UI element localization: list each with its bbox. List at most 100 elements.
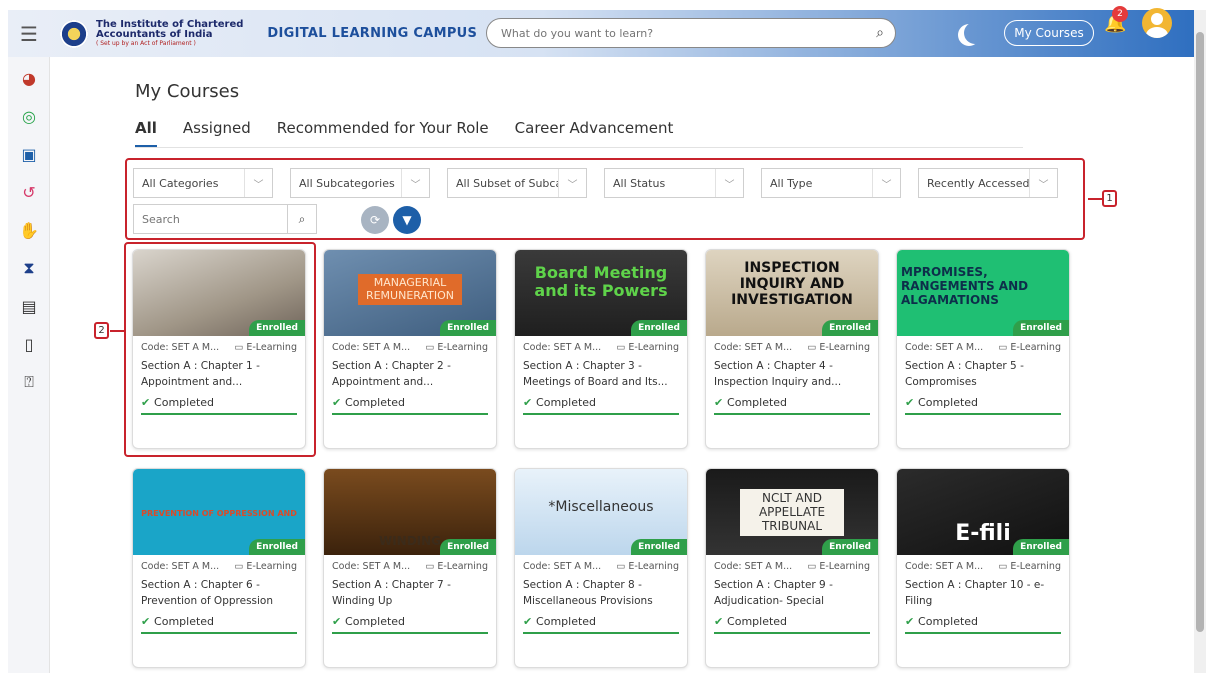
status-dropdown-label: All Status	[613, 176, 666, 190]
progress-bar	[905, 413, 1061, 415]
course-status: ✔ Completed	[706, 391, 878, 409]
course-title[interactable]: Section A : Chapter 6 - Prevention of Op…	[133, 572, 305, 610]
search-icon[interactable]: ⌕	[287, 205, 316, 233]
icai-logo	[60, 19, 88, 48]
course-type: ▭ E-Learning	[425, 561, 488, 572]
course-code: Code: SET A M...	[714, 342, 793, 353]
reset-filters-button[interactable]: ⟳	[361, 206, 389, 234]
course-card[interactable]: Board Meeting and its Powers Enrolled Code…	[514, 249, 688, 449]
my-courses-button[interactable]: My Courses	[1004, 20, 1094, 46]
type-dropdown-label: All Type	[770, 176, 813, 190]
course-title[interactable]: Section A : Chapter 4 - Inspection Inqui…	[706, 353, 878, 391]
callout-2: 2	[94, 322, 109, 339]
course-card[interactable]: MPROMISES, RANGEMENTS AND ALGAMATIONS Enr…	[896, 249, 1070, 449]
course-title[interactable]: Section A : Chapter 10 - e-Filing	[897, 572, 1069, 610]
course-type: ▭ E-Learning	[234, 561, 297, 572]
course-thumbnail[interactable]: Board Meeting and its Powers Enrolled	[515, 250, 687, 336]
hand-icon[interactable]: ✋	[8, 211, 50, 249]
scrollbar-thumb[interactable]	[1196, 32, 1204, 632]
search-icon[interactable]: ⌕	[865, 25, 895, 41]
scrollbar[interactable]	[1194, 10, 1206, 673]
check-icon: ✔	[905, 396, 919, 409]
course-type-label: E-Learning	[628, 342, 679, 353]
subset-dropdown-label: All Subset of Subcate	[456, 176, 558, 190]
course-type: ▭ E-Learning	[807, 561, 870, 572]
category-dropdown[interactable]: All Categories ﹀	[133, 168, 273, 198]
course-type-label: E-Learning	[437, 561, 488, 572]
dashboard-icon[interactable]: ◕	[8, 59, 50, 97]
course-thumbnail[interactable]: NCLT AND APPELLATE TRIBUNAL Enrolled	[706, 469, 878, 555]
course-type: ▭ E-Learning	[425, 342, 488, 353]
course-title[interactable]: Section A : Chapter 9 - Adjudication- Sp…	[706, 572, 878, 610]
enrolled-badge: Enrolled	[440, 320, 496, 336]
course-meta: Code: SET A M... ▭ E-Learning	[897, 555, 1069, 572]
check-icon: ✔	[714, 615, 728, 628]
course-thumbnail[interactable]: INSPECTION INQUIRY AND INVESTIGATION Enro…	[706, 250, 878, 336]
course-status: ✔ Completed	[515, 391, 687, 409]
course-title[interactable]: Section A : Chapter 5 - Compromises Arra…	[897, 353, 1069, 391]
thumbnail-text: MANAGERIAL REMUNERATION	[358, 274, 462, 306]
explore-icon[interactable]: ◎	[8, 97, 50, 135]
course-card[interactable]: MANAGERIAL REMUNERATION Enrolled Code: SET…	[323, 249, 497, 449]
course-title[interactable]: Section A : Chapter 1 - Appointment and.…	[133, 353, 305, 391]
laptop-icon: ▭	[234, 342, 244, 353]
course-meta: Code: SET A M... ▭ E-Learning	[515, 336, 687, 353]
course-thumbnail[interactable]: *Miscellaneous Enrolled	[515, 469, 687, 555]
subset-dropdown[interactable]: All Subset of Subcate ﹀	[447, 168, 587, 198]
check-icon: ✔	[523, 615, 537, 628]
course-code: Code: SET A M...	[905, 561, 984, 572]
history-icon[interactable]: ↺	[8, 173, 50, 211]
enrolled-badge: Enrolled	[1013, 539, 1069, 555]
course-card[interactable]: Enrolled Code: SET A M... ▭ E-Learning Secti…	[132, 249, 306, 449]
sort-dropdown-label: Recently Accessed	[927, 176, 1029, 190]
status-dropdown[interactable]: All Status ﹀	[604, 168, 744, 198]
course-title[interactable]: Section A : Chapter 3 - Meetings of Boar…	[515, 353, 687, 391]
tab-assigned[interactable]: Assigned	[183, 117, 251, 148]
course-thumbnail[interactable]: WINDING Enrolled	[324, 469, 496, 555]
course-type: ▭ E-Learning	[998, 561, 1061, 572]
sort-dropdown[interactable]: Recently Accessed ﹀	[918, 168, 1058, 198]
course-card[interactable]: *Miscellaneous Enrolled Code: SET A M... ▭ E…	[514, 468, 688, 668]
course-code: Code: SET A M...	[714, 561, 793, 572]
course-type: ▭ E-Learning	[998, 342, 1061, 353]
avatar[interactable]	[1142, 8, 1172, 38]
course-card[interactable]: E-fili Enrolled Code: SET A M... ▭ E-Learnin…	[896, 468, 1070, 668]
course-thumbnail[interactable]: Enrolled	[133, 250, 305, 336]
status-label: Completed	[536, 615, 597, 628]
check-icon: ✔	[141, 396, 155, 409]
dark-mode-icon[interactable]	[964, 22, 986, 44]
share-icon[interactable]: ▣	[8, 135, 50, 173]
course-type-label: E-Learning	[437, 342, 488, 353]
course-card[interactable]: INSPECTION INQUIRY AND INVESTIGATION Enro…	[705, 249, 879, 449]
course-card[interactable]: PREVENTION OF OPPRESSION AND Enrolled Code…	[132, 468, 306, 668]
type-dropdown[interactable]: All Type ﹀	[761, 168, 901, 198]
course-card[interactable]: NCLT AND APPELLATE TRIBUNAL Enrolled Code:…	[705, 468, 879, 668]
help-icon[interactable]: ⍰	[8, 363, 50, 401]
tab-recommended[interactable]: Recommended for Your Role	[277, 117, 489, 148]
course-code: Code: SET A M...	[332, 561, 411, 572]
course-title[interactable]: Section A : Chapter 7 - Winding Up	[324, 572, 496, 610]
global-search-input[interactable]	[501, 26, 865, 40]
hourglass-icon[interactable]: ⧗	[8, 249, 50, 287]
cast-icon[interactable]: ▤	[8, 287, 50, 325]
status-label: Completed	[727, 396, 788, 409]
check-icon: ✔	[905, 615, 919, 628]
course-thumbnail[interactable]: PREVENTION OF OPPRESSION AND Enrolled	[133, 469, 305, 555]
course-thumbnail[interactable]: MPROMISES, RANGEMENTS AND ALGAMATIONS Enr…	[897, 250, 1069, 336]
course-meta: Code: SET A M... ▭ E-Learning	[133, 336, 305, 353]
course-title[interactable]: Section A : Chapter 8 - Miscellaneous Pr…	[515, 572, 687, 610]
tab-all[interactable]: All	[135, 117, 157, 148]
course-type: ▭ E-Learning	[807, 342, 870, 353]
filter-icon[interactable]: ▼	[393, 206, 421, 234]
tabs: All Assigned Recommended for Your Role C…	[135, 117, 699, 148]
course-code: Code: SET A M...	[141, 561, 220, 572]
course-thumbnail[interactable]: E-fili Enrolled	[897, 469, 1069, 555]
course-search-input[interactable]	[134, 205, 287, 233]
book-icon[interactable]: ▯	[8, 325, 50, 363]
menu-icon[interactable]: ☰	[8, 10, 50, 57]
course-thumbnail[interactable]: MANAGERIAL REMUNERATION Enrolled	[324, 250, 496, 336]
course-card[interactable]: WINDING Enrolled Code: SET A M... ▭ E-Learni…	[323, 468, 497, 668]
course-title[interactable]: Section A : Chapter 2 - Appointment and.…	[324, 353, 496, 391]
tab-career-advancement[interactable]: Career Advancement	[515, 117, 674, 148]
subcategory-dropdown[interactable]: All Subcategories ﹀	[290, 168, 430, 198]
